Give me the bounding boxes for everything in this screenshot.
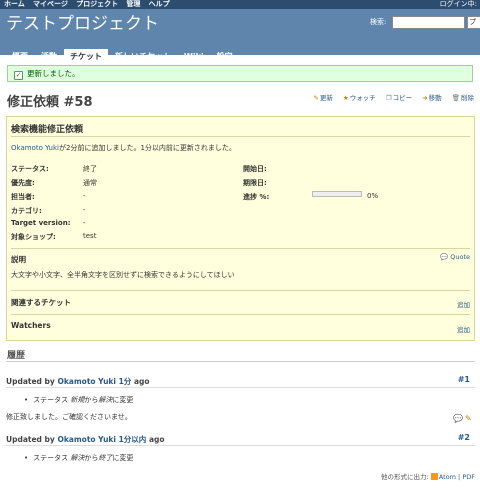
journal-time-link[interactable]: 1分以内 xyxy=(119,435,147,444)
attr-label-target-version: Target version: xyxy=(11,219,71,227)
pdf-link[interactable]: PDF xyxy=(462,473,475,481)
delete-link[interactable]: 🗑削除 xyxy=(448,94,474,102)
edit-pencil-icon[interactable]: ✎ xyxy=(465,414,472,423)
attr-value-target-version: - xyxy=(83,219,86,227)
add-watcher-link[interactable]: 追加 xyxy=(457,324,470,334)
journal-notes: 修正致しました。ご確認くださいませ。 xyxy=(6,413,132,421)
trash-icon: 🗑 xyxy=(451,94,460,102)
other-formats: 他の形式に出力: Atom | PDF xyxy=(381,471,475,481)
atom-link[interactable]: Atom xyxy=(439,473,456,481)
journal-user-link[interactable]: Okamoto Yuki xyxy=(57,435,116,444)
journal-detail: • ステータス 解決から終了に変更 xyxy=(24,454,134,462)
format-separator: | xyxy=(458,473,461,481)
journal-number-link[interactable]: #2 xyxy=(458,433,470,442)
author-suffix: が2分前に追加しました。1分以内前に更新されました。 xyxy=(59,144,236,152)
history-divider xyxy=(6,361,475,362)
main-menu: 概要 活動 チケット 新しいチケット Wiki 設定 xyxy=(6,49,240,64)
journal-header: Updated by Okamoto Yuki 1分以内 ago xyxy=(6,435,165,444)
attr-value-category: - xyxy=(83,206,86,214)
issue-title: 修正依頼 #58 xyxy=(7,95,93,110)
other-formats-label: 他の形式に出力: xyxy=(380,473,429,481)
tab-activity[interactable]: 活動 xyxy=(35,49,63,64)
add-related-issue-link[interactable]: 追加 xyxy=(457,299,470,309)
top-menu-help-link[interactable]: ヘルプ xyxy=(149,0,170,8)
copy-icon: ❐ xyxy=(385,94,392,102)
top-menu: ホーム マイページ プロジェクト 管理 ヘルプ ログイン中: xyxy=(0,0,480,9)
copy-link[interactable]: ❐コピー xyxy=(382,94,412,102)
attr-label-priority: 優先度: xyxy=(11,179,35,187)
project-jump-select[interactable]: プロ xyxy=(467,16,480,29)
attr-value-priority: 通常 xyxy=(83,179,97,187)
description-divider xyxy=(11,248,470,249)
description-title: 説明 xyxy=(11,255,26,264)
attr-label-category: カテゴリ: xyxy=(11,207,42,215)
watchers-divider xyxy=(11,314,470,315)
logged-in-as: ログイン中: xyxy=(439,0,477,8)
bullet-icon: • xyxy=(24,454,29,462)
issue-details: 検索機能修正依頼 Okamoto Yukiが2分前に追加しました。1分以内前に更… xyxy=(6,116,475,341)
tab-issues[interactable]: チケット xyxy=(64,49,108,64)
journal-header: Updated by Okamoto Yuki 1分 ago xyxy=(6,377,150,386)
tab-settings[interactable]: 設定 xyxy=(211,49,239,64)
update-link[interactable]: ✎更新 xyxy=(309,94,332,102)
top-menu-mypage-link[interactable]: マイページ xyxy=(33,0,68,8)
tab-new-issue[interactable]: 新しいチケット xyxy=(109,49,177,64)
attr-value-target-shop: test xyxy=(83,232,97,240)
attr-label-progress: 進捗 %: xyxy=(243,193,270,201)
top-menu-projects-link[interactable]: プロジェクト xyxy=(76,0,118,8)
project-title: テストプロジェクト xyxy=(6,14,159,34)
pencil-icon: ✎ xyxy=(313,94,319,102)
star-icon: ★ xyxy=(342,94,349,102)
journal-detail: • ステータス 新規から解決に変更 xyxy=(24,396,134,404)
history-title: 履歴 xyxy=(7,351,26,361)
issue-author-line: Okamoto Yukiが2分前に追加しました。1分以内前に更新されました。 xyxy=(11,143,236,153)
top-menu-admin-link[interactable]: 管理 xyxy=(126,0,140,8)
top-menu-home-link[interactable]: ホーム xyxy=(4,0,25,8)
journal-number-link[interactable]: #1 xyxy=(458,375,470,384)
journal-user-link[interactable]: Okamoto Yuki xyxy=(57,377,116,386)
tab-wiki[interactable]: Wiki xyxy=(178,49,210,64)
search-input[interactable] xyxy=(392,16,465,29)
issue-subject: 検索機能修正依頼 xyxy=(11,125,84,135)
journal-divider xyxy=(6,387,475,388)
attr-label-start-date: 開始日: xyxy=(243,165,267,173)
flash-message: 更新しました。 xyxy=(27,69,80,78)
move-link[interactable]: ➜移動 xyxy=(418,94,441,102)
checkmark-icon: ✓ xyxy=(14,71,23,80)
subject-divider xyxy=(11,136,470,137)
tab-overview[interactable]: 概要 xyxy=(6,49,34,64)
issue-actions: ✎更新 ★ウォッチ ❐コピー ➜移動 🗑削除 xyxy=(305,92,474,102)
search-label: 検索: xyxy=(370,18,387,26)
watch-link[interactable]: ★ウォッチ xyxy=(339,94,376,102)
quote-link[interactable]: 💬 Quote xyxy=(440,253,470,261)
author-link[interactable]: Okamoto Yuki xyxy=(11,144,59,152)
related-issues-title: 関連するチケット xyxy=(11,298,71,307)
journal-divider xyxy=(6,445,475,446)
progress-bar xyxy=(312,191,362,197)
journal-time-link[interactable]: 1分 xyxy=(119,377,132,386)
issue-description: 大文字や小文字、全半角文字を区別せずに検索できるようにしてほしい xyxy=(11,271,235,279)
rss-feed-icon xyxy=(430,473,438,480)
attr-value-assignee: - xyxy=(83,192,86,200)
flash-notice: ✓ 更新しました。 xyxy=(7,65,473,82)
move-arrow-icon: ➜ xyxy=(422,94,428,102)
watchers-title: Watchers xyxy=(11,321,51,330)
header: テストプロジェクト 検索: プロ 概要 活動 チケット 新しいチケット Wiki… xyxy=(0,9,480,64)
top-menu-links: ホーム マイページ プロジェクト 管理 ヘルプ xyxy=(4,0,176,9)
attr-label-status: ステータス: xyxy=(11,165,49,173)
attr-label-due-date: 期限日: xyxy=(243,179,267,187)
progress-percent: 0% xyxy=(367,192,379,200)
speech-bubble-icon: 💬 xyxy=(440,253,449,261)
related-divider xyxy=(11,290,470,291)
quote-icon[interactable]: 💬 xyxy=(453,414,463,423)
attr-value-status: 終了 xyxy=(83,165,97,173)
attr-label-assignee: 担当者: xyxy=(11,193,35,201)
bullet-icon: • xyxy=(24,396,29,404)
attr-label-target-shop: 対象ショップ: xyxy=(11,233,56,241)
